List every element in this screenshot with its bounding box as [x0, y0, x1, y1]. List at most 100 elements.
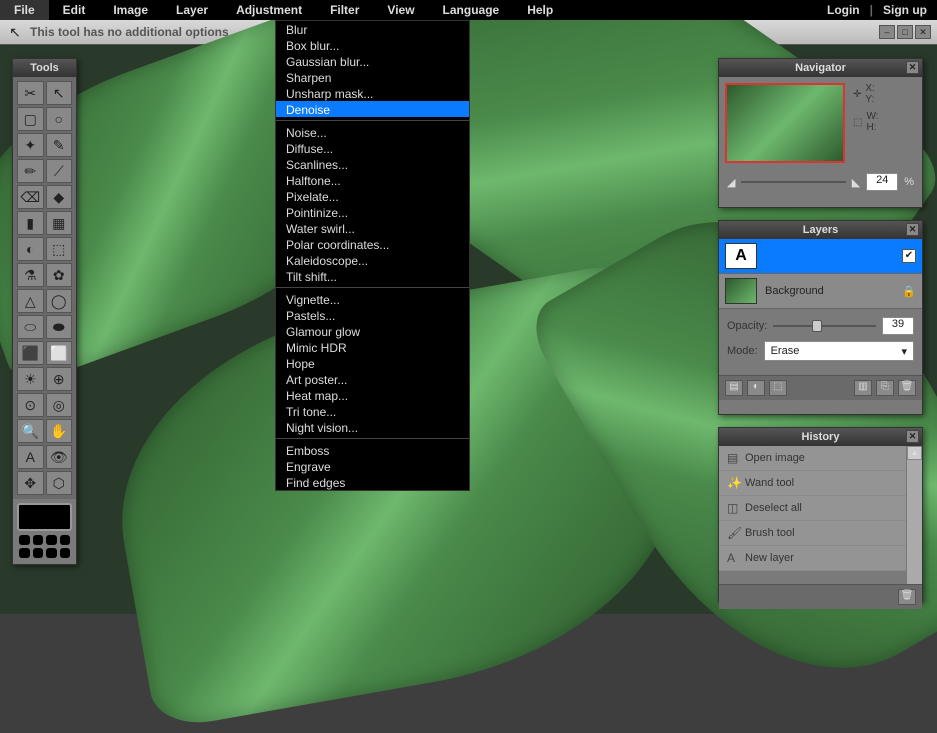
tool-button-23[interactable]: ⊕ [46, 367, 73, 391]
tool-button-3[interactable]: ○ [46, 107, 73, 131]
menu-edit[interactable]: Edit [49, 0, 100, 20]
history-item-1[interactable]: ✨Wand tool [719, 471, 922, 496]
tool-button-2[interactable]: ▢ [17, 107, 44, 131]
history-scrollbar[interactable]: ▲ [906, 446, 922, 584]
tools-titlebar[interactable]: Tools [13, 59, 76, 77]
filter-item-kaleidoscope-[interactable]: Kaleidoscope... [276, 252, 469, 268]
filter-item-art-poster-[interactable]: Art poster... [276, 371, 469, 387]
filter-item-diffuse-[interactable]: Diffuse... [276, 140, 469, 156]
tool-button-17[interactable]: ◯ [46, 289, 73, 313]
filter-item-denoise[interactable]: Denoise [276, 101, 469, 117]
tool-button-8[interactable]: ⌫ [17, 185, 44, 209]
signup-link[interactable]: Sign up [873, 3, 937, 17]
filter-item-night-vision-[interactable]: Night vision... [276, 419, 469, 435]
navigator-titlebar[interactable]: Navigator✕ [719, 59, 922, 77]
tool-button-26[interactable]: 🔍 [17, 419, 44, 443]
tool-button-22[interactable]: ☀ [17, 367, 44, 391]
opacity-value[interactable]: 39 [882, 317, 914, 335]
filter-item-vignette-[interactable]: Vignette... [276, 291, 469, 307]
zoom-in-icon[interactable]: ◣ [852, 176, 860, 189]
tool-button-6[interactable]: ✏ [17, 159, 44, 183]
window-max-button[interactable]: □ [897, 25, 913, 39]
layer-row-background[interactable]: Background 🔒 [719, 274, 922, 309]
history-item-2[interactable]: ◫Deselect all [719, 496, 922, 521]
filter-item-sharpen[interactable]: Sharpen [276, 69, 469, 85]
filter-item-pixelate-[interactable]: Pixelate... [276, 188, 469, 204]
filter-item-box-blur-[interactable]: Box blur... [276, 37, 469, 53]
filter-item-unsharp-mask-[interactable]: Unsharp mask... [276, 85, 469, 101]
tool-button-4[interactable]: ✦ [17, 133, 44, 157]
menu-image[interactable]: Image [99, 0, 162, 20]
merge-button[interactable]: ▥ [854, 380, 872, 396]
zoom-out-icon[interactable]: ◢ [727, 176, 735, 189]
filter-item-halftone-[interactable]: Halftone... [276, 172, 469, 188]
login-link[interactable]: Login [817, 3, 870, 17]
filter-item-find-edges[interactable]: Find edges [276, 474, 469, 490]
history-delete-button[interactable]: 🗑 [898, 589, 916, 605]
filter-item-tilt-shift-[interactable]: Tilt shift... [276, 268, 469, 284]
tool-button-1[interactable]: ↖ [46, 81, 73, 105]
menu-help[interactable]: Help [513, 0, 567, 20]
color-swatch[interactable] [17, 503, 72, 531]
history-item-0[interactable]: ▤Open image [719, 446, 922, 471]
tool-button-7[interactable]: ⟋ [46, 159, 73, 183]
tool-button-30[interactable]: ✥ [17, 471, 44, 495]
menu-adjustment[interactable]: Adjustment [222, 0, 316, 20]
filter-item-emboss[interactable]: Emboss [276, 442, 469, 458]
layer-row-text[interactable]: A ✔ [719, 239, 922, 274]
navigator-close-button[interactable]: ✕ [906, 61, 919, 74]
filter-item-hope[interactable]: Hope [276, 355, 469, 371]
tool-button-15[interactable]: ✿ [46, 263, 73, 287]
tool-button-31[interactable]: ⬡ [46, 471, 73, 495]
history-titlebar[interactable]: History✕ [719, 428, 922, 446]
tool-button-21[interactable]: ⬜ [46, 341, 73, 365]
history-item-3[interactable]: 🖌Brush tool [719, 521, 922, 546]
filter-item-noise-[interactable]: Noise... [276, 124, 469, 140]
tool-button-27[interactable]: ✋ [46, 419, 73, 443]
filter-item-polar-coordinates-[interactable]: Polar coordinates... [276, 236, 469, 252]
tool-button-20[interactable]: ⬛ [17, 341, 44, 365]
tool-button-14[interactable]: ⚗ [17, 263, 44, 287]
tool-button-11[interactable]: ▦ [46, 211, 73, 235]
filter-item-blur[interactable]: Blur [276, 21, 469, 37]
menu-layer[interactable]: Layer [162, 0, 222, 20]
layers-titlebar[interactable]: Layers✕ [719, 221, 922, 239]
filter-item-pastels-[interactable]: Pastels... [276, 307, 469, 323]
tool-button-28[interactable]: A [17, 445, 44, 469]
tool-button-13[interactable]: ⬚ [46, 237, 73, 261]
tool-button-29[interactable]: 👁 [46, 445, 73, 469]
navigator-thumbnail[interactable] [725, 83, 845, 163]
mask-button[interactable]: ◐ [747, 380, 765, 396]
layers-close-button[interactable]: ✕ [906, 223, 919, 236]
fx-button[interactable]: ⬚ [769, 380, 787, 396]
menu-filter[interactable]: Filter [316, 0, 373, 20]
blend-mode-select[interactable]: Erase▾ [764, 341, 914, 361]
filter-item-gaussian-blur-[interactable]: Gaussian blur... [276, 53, 469, 69]
new-layer-button[interactable]: ▤ [725, 380, 743, 396]
tool-button-9[interactable]: ◆ [46, 185, 73, 209]
tool-button-24[interactable]: ⊙ [17, 393, 44, 417]
delete-layer-button[interactable]: 🗑 [898, 380, 916, 396]
history-close-button[interactable]: ✕ [906, 430, 919, 443]
zoom-value[interactable]: 24 [866, 173, 898, 191]
menu-view[interactable]: View [373, 0, 428, 20]
filter-item-tri-tone-[interactable]: Tri tone... [276, 403, 469, 419]
menu-file[interactable]: File [0, 0, 49, 20]
tool-button-19[interactable]: ⬬ [46, 315, 73, 339]
window-close-button[interactable]: ✕ [915, 25, 931, 39]
filter-item-scanlines-[interactable]: Scanlines... [276, 156, 469, 172]
zoom-slider[interactable] [741, 181, 845, 183]
opacity-slider[interactable] [773, 325, 876, 327]
history-item-4[interactable]: ANew layer [719, 546, 922, 571]
filter-item-water-swirl-[interactable]: Water swirl... [276, 220, 469, 236]
tool-button-12[interactable]: ◐ [17, 237, 44, 261]
scroll-up-button[interactable]: ▲ [907, 446, 922, 460]
window-min-button[interactable]: – [879, 25, 895, 39]
menu-language[interactable]: Language [429, 0, 514, 20]
filter-item-heat-map-[interactable]: Heat map... [276, 387, 469, 403]
filter-item-mimic-hdr[interactable]: Mimic HDR [276, 339, 469, 355]
tool-button-18[interactable]: ⬭ [17, 315, 44, 339]
tool-button-10[interactable]: ▮ [17, 211, 44, 235]
filter-item-engrave[interactable]: Engrave [276, 458, 469, 474]
duplicate-button[interactable]: ⎘ [876, 380, 894, 396]
